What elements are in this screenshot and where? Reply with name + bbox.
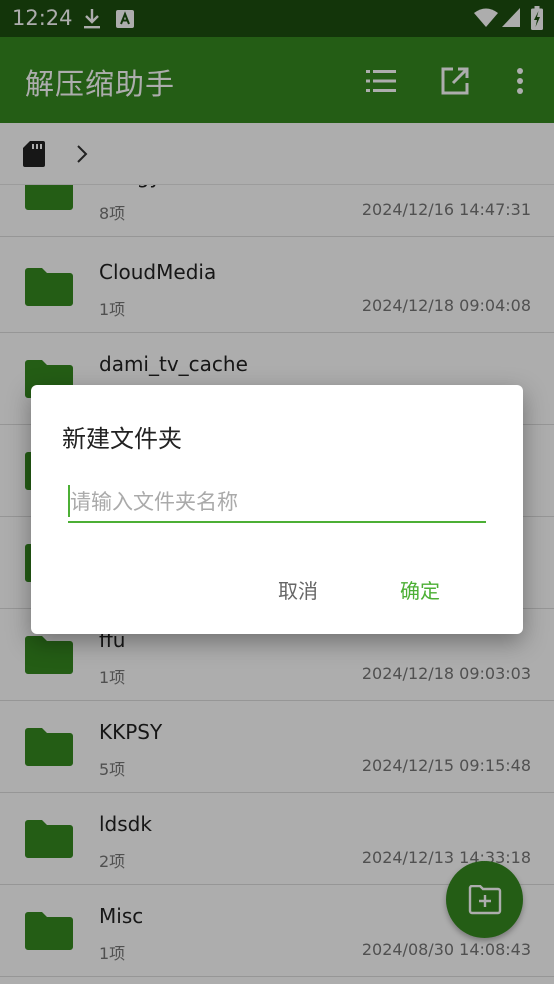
folder-name-input[interactable] xyxy=(68,483,486,523)
confirm-button[interactable]: 确定 xyxy=(400,575,440,604)
text-cursor xyxy=(68,485,70,517)
dialog-title: 新建文件夹 xyxy=(62,425,182,453)
new-folder-dialog: 新建文件夹 取消 确定 xyxy=(31,385,523,634)
cancel-button[interactable]: 取消 xyxy=(278,575,318,604)
